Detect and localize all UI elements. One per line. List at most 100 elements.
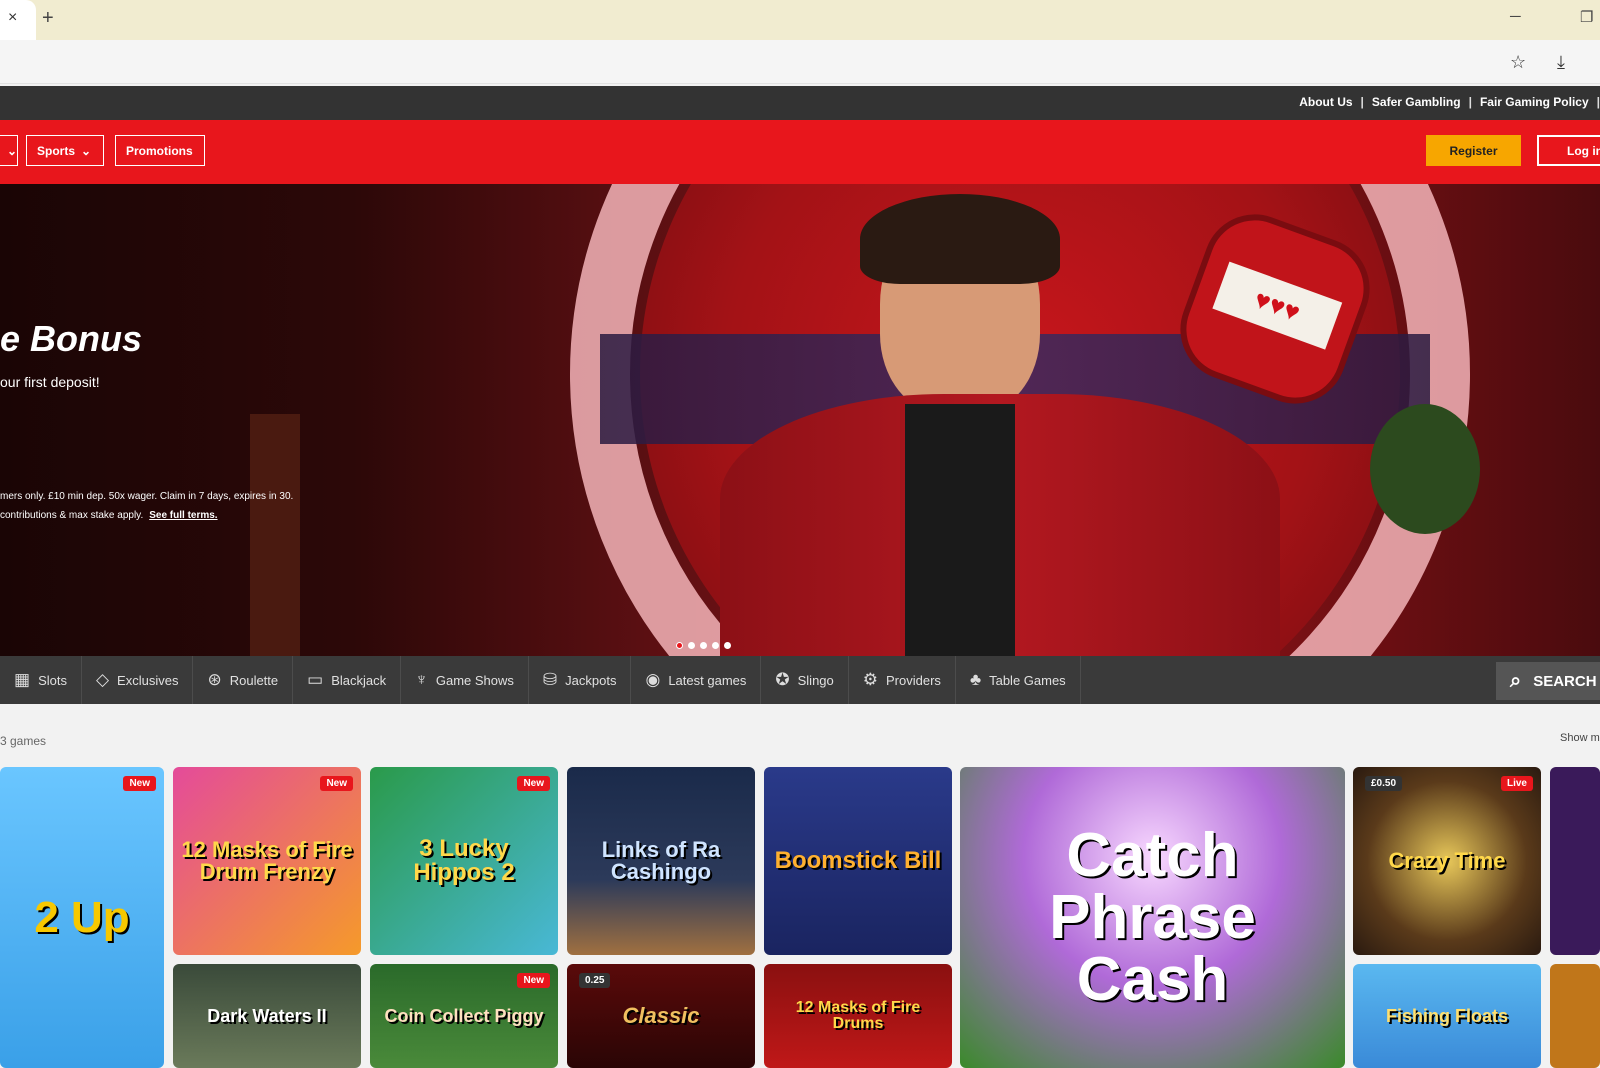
about-us-link[interactable]: About Us xyxy=(1299,95,1352,109)
main-nav: ⌄ Sports ⌄ Promotions Register Log in xyxy=(0,120,1600,184)
game-title: Catch Phrase Cash xyxy=(1049,820,1256,1014)
carousel-dot[interactable] xyxy=(688,642,695,649)
address-bar[interactable]: ☆ ⤓ xyxy=(0,40,1600,84)
stake-badge: £0.50 xyxy=(1365,776,1403,791)
chevron-down-icon: ⌄ xyxy=(7,143,18,158)
providers-icon: ⚙ xyxy=(862,670,879,689)
game-tile-partial[interactable] xyxy=(1550,767,1600,955)
game-tile[interactable]: Links of Ra Cashingo xyxy=(567,767,755,955)
new-badge: New xyxy=(320,776,353,791)
game-title: Coin Collect Piggy xyxy=(384,1006,544,1026)
game-tile[interactable]: New 12 Masks of Fire Drum Frenzy xyxy=(173,767,361,955)
hero-column xyxy=(250,414,300,656)
carousel-dot[interactable] xyxy=(712,642,719,649)
category-bar: ▦ Slots ◇ Exclusives ⊛ Roulette ▭ Blackjack … xyxy=(0,656,1600,704)
close-icon[interactable]: × xyxy=(8,9,17,27)
sports-label: Sports xyxy=(37,143,76,158)
category-blackjack[interactable]: ▭ Blackjack xyxy=(293,656,402,704)
new-tab-button[interactable]: + xyxy=(42,7,54,30)
game-title: Crazy Time xyxy=(1388,848,1506,873)
cards-icon: ▭ xyxy=(307,670,324,689)
game-tile[interactable]: New Coin Collect Piggy xyxy=(370,964,558,1068)
game-tile[interactable]: 12 Masks of Fire Drums xyxy=(764,964,952,1068)
jackpot-icon: ⛁ xyxy=(542,670,558,689)
hero-title: e Bonus xyxy=(0,318,143,359)
game-title: Fishing Floats xyxy=(1385,1006,1508,1026)
game-title: Dark Waters II xyxy=(207,1006,327,1026)
presenter-hair xyxy=(860,194,1060,284)
show-more-link[interactable]: Show m xyxy=(1560,732,1600,744)
new-icon: ◉ xyxy=(645,670,661,689)
game-title: Links of Ra Cashingo xyxy=(601,837,721,884)
plant-decoration xyxy=(1370,404,1480,534)
presenter-shirt xyxy=(905,404,1015,656)
stake-badge: 0.25 xyxy=(579,973,611,988)
microphone-icon: ♆ xyxy=(415,670,428,689)
browser-tab[interactable]: × xyxy=(0,0,36,40)
game-tile[interactable]: 0.25 Classic xyxy=(567,964,755,1068)
heart-icon: ♥♥♥ xyxy=(1212,261,1343,350)
separator: | xyxy=(1360,95,1364,109)
roulette-icon: ⊛ xyxy=(207,670,222,689)
chevron-down-icon: ⌄ xyxy=(81,143,92,158)
slots-icon: ▦ xyxy=(14,670,31,689)
game-title: 3 Lucky Hippos 2 xyxy=(413,835,515,886)
games-count: 3 games xyxy=(0,734,47,748)
new-badge: New xyxy=(123,776,156,791)
game-title: Boomstick Bill xyxy=(774,847,942,874)
game-tile[interactable]: Catch Phrase Cash xyxy=(960,767,1345,1068)
new-badge: New xyxy=(517,776,550,791)
promotions-button[interactable]: Promotions xyxy=(115,135,205,166)
carousel-dots xyxy=(676,642,731,649)
new-badge: New xyxy=(517,973,550,988)
hero-terms-text: contributions & max stake apply. xyxy=(0,510,144,521)
slingo-icon: ✪ xyxy=(775,670,790,689)
browser-tab-bar: × + ─ ❐ xyxy=(0,0,1600,40)
restore-button[interactable]: ❐ xyxy=(1580,8,1593,26)
game-title: 12 Masks of Fire Drums xyxy=(795,999,921,1032)
hero-terms: mers only. £10 min dep. 50x wager. Claim… xyxy=(0,491,294,502)
search-label: SEARCH xyxy=(1533,672,1597,690)
category-exclusives[interactable]: ◇ Exclusives xyxy=(82,656,194,704)
full-terms-link[interactable]: See full terms. xyxy=(149,510,217,521)
fair-gaming-link[interactable]: Fair Gaming Policy xyxy=(1480,95,1589,109)
search-button[interactable]: ⌕ SEARCH xyxy=(1496,662,1600,700)
hero-banner[interactable]: ♥♥♥ e Bonus our first deposit! mers only… xyxy=(0,184,1600,656)
carousel-dot[interactable] xyxy=(676,642,683,649)
game-tile[interactable]: Fishing Floats xyxy=(1353,964,1541,1068)
game-title: 12 Masks of Fire Drum Frenzy xyxy=(181,837,353,884)
diamond-icon: ◇ xyxy=(95,670,110,689)
category-game-shows[interactable]: ♆ Game Shows xyxy=(401,656,529,704)
minimize-button[interactable]: ─ xyxy=(1510,8,1521,25)
separator: | xyxy=(1596,95,1600,109)
category-table-games[interactable]: ♣ Table Games xyxy=(956,656,1081,704)
top-links-strip: About Us | Safer Gambling | Fair Gaming … xyxy=(0,86,1600,120)
category-providers[interactable]: ⚙ Providers xyxy=(849,656,956,704)
game-title: 2 Up xyxy=(34,892,130,942)
category-slots[interactable]: ▦ Slots xyxy=(0,656,82,704)
game-tile[interactable]: Boomstick Bill xyxy=(764,767,952,955)
category-roulette[interactable]: ⊛ Roulette xyxy=(193,656,294,704)
download-icon[interactable]: ⤓ xyxy=(1557,52,1565,73)
login-button[interactable]: Log in xyxy=(1537,135,1600,166)
carousel-dot[interactable] xyxy=(700,642,707,649)
hero-subtitle: our first deposit! xyxy=(0,374,100,390)
sports-button[interactable]: Sports ⌄ xyxy=(26,135,104,166)
category-latest-games[interactable]: ◉ Latest games xyxy=(631,656,762,704)
safer-gambling-link[interactable]: Safer Gambling xyxy=(1372,95,1461,109)
separator: | xyxy=(1468,95,1472,109)
game-tile[interactable]: New 2 Up xyxy=(0,767,164,1068)
game-tile[interactable]: Dark Waters II xyxy=(173,964,361,1068)
live-badge: Live xyxy=(1500,776,1533,791)
register-button[interactable]: Register xyxy=(1426,135,1521,166)
category-slingo[interactable]: ✪ Slingo xyxy=(761,656,849,704)
game-tile-partial[interactable] xyxy=(1550,964,1600,1068)
carousel-dot[interactable] xyxy=(724,642,731,649)
table-icon: ♣ xyxy=(969,670,982,689)
game-tile[interactable]: New 3 Lucky Hippos 2 xyxy=(370,767,558,955)
game-tile[interactable]: £0.50 Live Crazy Time xyxy=(1353,767,1541,955)
category-jackpots[interactable]: ⛁ Jackpots xyxy=(529,656,632,704)
nav-dropdown-partial[interactable]: ⌄ xyxy=(0,135,18,166)
star-icon[interactable]: ☆ xyxy=(1510,52,1526,73)
search-icon: ⌕ xyxy=(1510,669,1522,692)
